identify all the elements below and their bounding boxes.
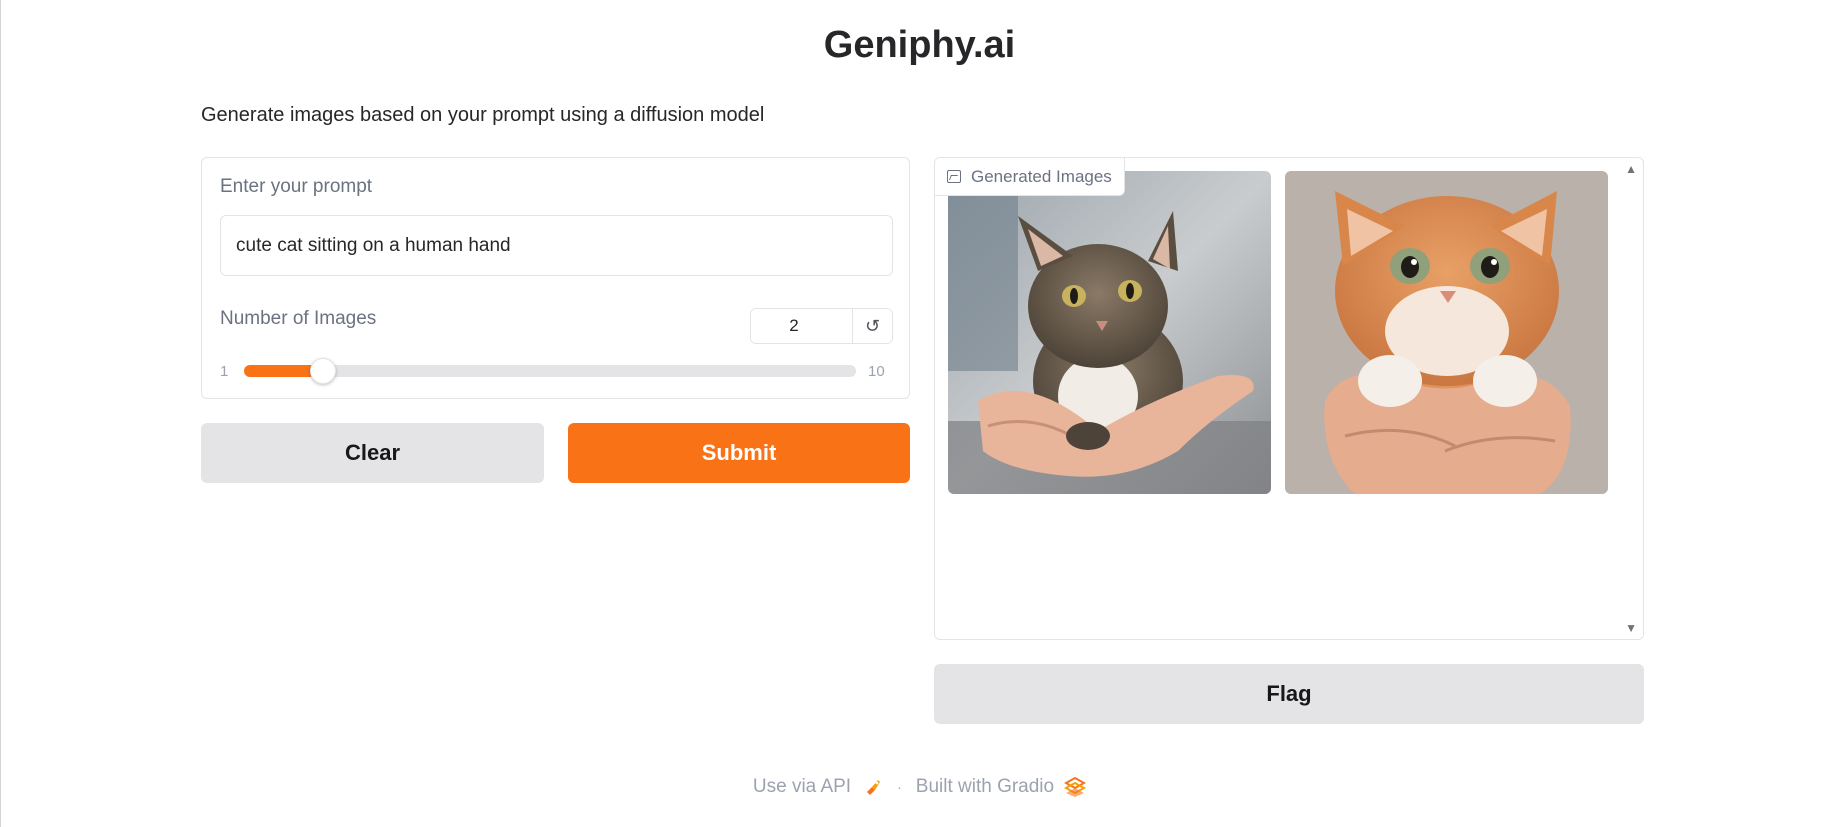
image-icon — [947, 170, 961, 183]
prompt-input[interactable] — [220, 215, 893, 276]
built-with-gradio-link[interactable]: Built with Gradio — [916, 776, 1054, 798]
gallery-label-text: Generated Images — [971, 166, 1112, 186]
num-images-box: ↺ — [750, 308, 893, 344]
app-title: Geniphy.ai — [823, 24, 1016, 66]
slider-thumb[interactable] — [310, 358, 336, 384]
clear-button[interactable]: Clear — [201, 423, 544, 483]
scroll-up-icon[interactable]: ▲ — [1625, 162, 1637, 176]
flag-button[interactable]: Flag — [934, 664, 1644, 724]
gallery-label: Generated Images — [935, 158, 1125, 196]
rocket-icon — [867, 780, 881, 795]
slider-max-label: 10 — [868, 363, 885, 380]
reset-icon[interactable]: ↺ — [852, 309, 892, 343]
page-left-border — [0, 0, 1, 827]
scroll-down-icon[interactable]: ▼ — [1625, 621, 1637, 635]
submit-button[interactable]: Submit — [568, 423, 910, 483]
slider-min-label: 1 — [220, 363, 229, 380]
footer: Use via API · Built with Gradio — [0, 776, 1839, 798]
prompt-label: Enter your prompt — [220, 176, 373, 197]
num-images-input[interactable] — [751, 309, 852, 343]
footer-separator: · — [897, 779, 902, 795]
num-images-label: Number of Images — [220, 308, 377, 329]
generated-image-2[interactable] — [1285, 171, 1608, 494]
input-panel: Enter your prompt Number of Images ↺ 1 1… — [201, 157, 910, 399]
num-images-slider[interactable] — [244, 358, 856, 384]
generated-images-gallery: Generated Images ▲ ▼ — [934, 157, 1644, 640]
use-via-api-link[interactable]: Use via API — [753, 776, 851, 798]
generated-image-1[interactable] — [948, 171, 1271, 494]
app-description: Generate images based on your prompt usi… — [201, 104, 765, 126]
gradio-logo-icon — [1064, 776, 1087, 797]
